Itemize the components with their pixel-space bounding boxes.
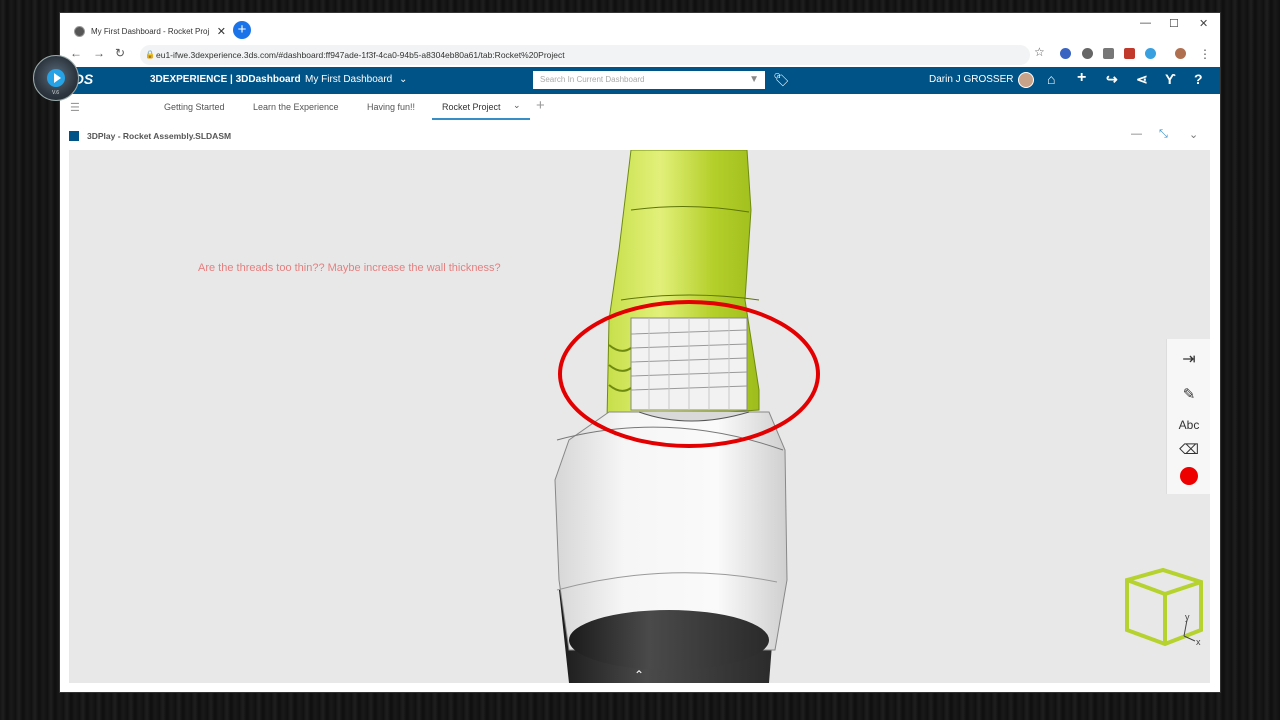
- widget-header: 3DPlay - Rocket Assembly.SLDASM — ⤡ ⌄: [60, 120, 1220, 150]
- close-window-icon[interactable]: ✕: [1199, 17, 1208, 30]
- browser-tabstrip: My First Dashboard - Rocket Proj ✕ + — ☐…: [60, 13, 1220, 43]
- extension-circle-icon[interactable]: [1082, 48, 1093, 59]
- widget-minimize-icon[interactable]: —: [1131, 128, 1142, 140]
- avatar[interactable]: [1018, 72, 1034, 88]
- dashboard-tabs: ☰ Getting Started Learn the Experience H…: [60, 94, 1220, 121]
- extension-g-icon[interactable]: [1103, 48, 1114, 59]
- brand-title: 3DEXPERIENCE | 3DDashboard: [150, 74, 301, 85]
- 3d-viewport[interactable]: y x Are the threads too thin?? Maybe inc…: [69, 150, 1210, 683]
- pencil-icon[interactable]: ✎: [1167, 385, 1210, 403]
- view-cube[interactable]: [1125, 567, 1203, 647]
- browser-menu-icon[interactable]: ⋮: [1199, 47, 1211, 61]
- tab-menu-chevron-icon[interactable]: ⌄: [513, 100, 521, 111]
- browser-tab[interactable]: My First Dashboard - Rocket Proj ✕: [68, 19, 226, 43]
- side-menu-icon[interactable]: ☰: [70, 101, 80, 114]
- extension-shield-icon[interactable]: [1060, 48, 1071, 59]
- bell-icon[interactable]: ⌂: [1047, 71, 1055, 87]
- widget-title: 3DPlay - Rocket Assembly.SLDASM: [87, 131, 232, 141]
- markup-toolbar: ⇥ ✎ Abc ⌫: [1166, 339, 1210, 494]
- 3d-model-scene: y x: [554, 150, 1203, 683]
- add-tab-button[interactable]: +: [536, 97, 545, 114]
- filter-icon[interactable]: ▼: [749, 71, 759, 89]
- tab-close-icon[interactable]: ✕: [217, 25, 226, 38]
- markup-annotation-text[interactable]: Are the threads too thin?? Maybe increas…: [198, 262, 501, 274]
- chevron-down-icon: ⌄: [399, 74, 408, 85]
- forward-icon[interactable]: →: [93, 46, 105, 60]
- tag-icon[interactable]: 🏷: [773, 72, 790, 88]
- user-name[interactable]: Darin J GROSSER: [929, 74, 1013, 85]
- extension-cloud-icon[interactable]: [1145, 48, 1156, 59]
- text-tool-button[interactable]: Abc: [1167, 418, 1210, 432]
- 3dplay-app-icon: [69, 131, 79, 141]
- widget-collapse-icon[interactable]: ⤡: [1159, 128, 1168, 141]
- dashboard-name: My First Dashboard: [305, 74, 393, 85]
- eraser-icon[interactable]: ⌫: [1167, 441, 1210, 458]
- compass-label: V.6: [52, 90, 60, 96]
- network-icon[interactable]: ⋖: [1136, 71, 1148, 88]
- compass-widget[interactable]: V.6: [33, 55, 79, 101]
- white-nozzle-part[interactable]: [554, 411, 788, 670]
- plus-icon[interactable]: +: [1077, 69, 1086, 87]
- url-text: eu1-ifwe.3dexperience.3ds.com/#dashboard…: [156, 50, 565, 60]
- browser-tab-title: My First Dashboard - Rocket Proj: [91, 26, 210, 36]
- compass-play-icon[interactable]: [47, 69, 65, 87]
- widget-menu-chevron-icon[interactable]: ⌄: [1189, 128, 1198, 141]
- tab-rocket-project[interactable]: Rocket Project: [442, 102, 501, 112]
- browser-window: My First Dashboard - Rocket Proj ✕ + — ☐…: [60, 13, 1220, 692]
- axis-y-label: y: [1185, 612, 1190, 622]
- profile-avatar-icon[interactable]: [1175, 48, 1186, 59]
- tab-getting-started[interactable]: Getting Started: [164, 102, 225, 112]
- dashboard-selector[interactable]: My First Dashboard ⌄: [305, 74, 407, 85]
- reload-icon[interactable]: ↻: [115, 46, 125, 60]
- color-picker-red-icon[interactable]: [1180, 467, 1198, 485]
- url-field[interactable]: 🔒 eu1-ifwe.3dexperience.3ds.com/#dashboa…: [140, 45, 1030, 65]
- bookmark-star-icon[interactable]: ☆: [1034, 45, 1045, 59]
- chevron-up-icon[interactable]: ⌃: [634, 668, 644, 682]
- share-icon[interactable]: ↪: [1106, 71, 1118, 88]
- app-top-bar: 3DS 3DEXPERIENCE | 3DDashboard My First …: [60, 67, 1220, 94]
- maximize-icon[interactable]: ☐: [1169, 17, 1179, 30]
- tab-having-fun[interactable]: Having fun!!: [367, 102, 415, 112]
- lock-icon: 🔒: [145, 50, 155, 59]
- minimize-icon[interactable]: —: [1140, 17, 1151, 29]
- apps-icon[interactable]: ϒ: [1165, 71, 1176, 87]
- search-placeholder: Search In Current Dashboard: [540, 75, 645, 84]
- new-tab-button[interactable]: +: [233, 21, 251, 39]
- back-icon[interactable]: ←: [70, 46, 82, 60]
- exit-markup-icon[interactable]: ⇥: [1167, 349, 1210, 369]
- tab-learn-the-experience[interactable]: Learn the Experience: [253, 102, 339, 112]
- help-icon[interactable]: ?: [1194, 71, 1203, 87]
- dashboard-search-input[interactable]: Search In Current Dashboard ▼: [533, 71, 765, 89]
- address-bar-row: ← → ↻ 🔒 eu1-ifwe.3dexperience.3ds.com/#d…: [60, 43, 1220, 67]
- extension-pdf-icon[interactable]: [1124, 48, 1135, 59]
- axis-x-label: x: [1196, 637, 1201, 647]
- favicon-icon: [74, 25, 85, 37]
